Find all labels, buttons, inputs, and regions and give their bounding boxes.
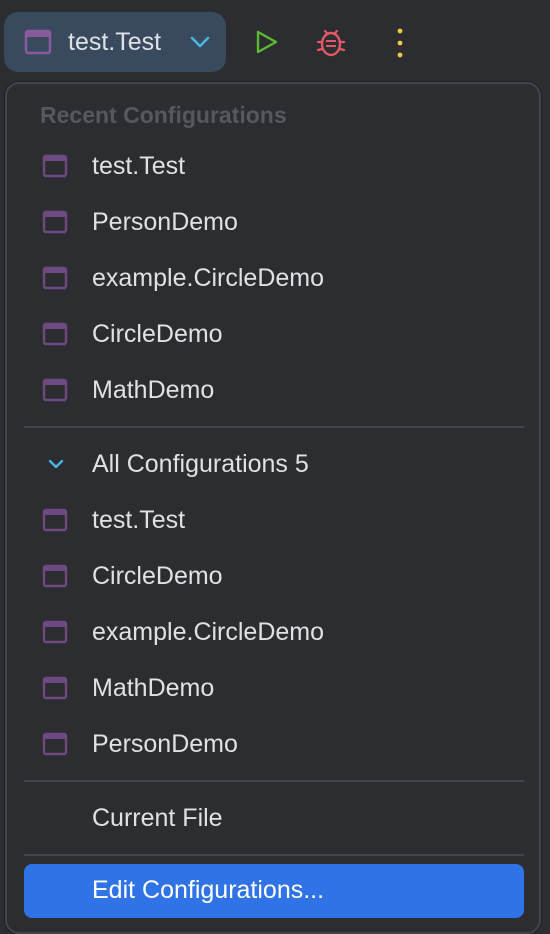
config-item[interactable]: test.Test: [20, 494, 524, 548]
all-configurations-group[interactable]: All Configurations 5: [20, 438, 524, 492]
config-label: CircleDemo: [92, 562, 223, 590]
recent-configurations-title: Recent Configurations: [40, 102, 287, 128]
edit-configurations-label: Edit Configurations...: [92, 876, 325, 904]
config-item[interactable]: CircleDemo: [20, 550, 524, 604]
edit-configurations-item[interactable]: Edit Configurations...: [24, 864, 524, 918]
config-label: test.Test: [92, 506, 186, 534]
application-config-icon: [24, 29, 52, 55]
all-configurations-label: All Configurations 5: [92, 450, 309, 478]
config-label: PersonDemo: [92, 208, 238, 236]
config-label: PersonDemo: [92, 730, 238, 758]
separator: [24, 854, 524, 856]
config-item[interactable]: PersonDemo: [20, 718, 524, 772]
application-config-icon: [42, 676, 68, 700]
application-config-icon: [42, 732, 68, 756]
config-label: MathDemo: [92, 674, 215, 702]
separator: [24, 780, 524, 782]
recent-config-item[interactable]: PersonDemo: [20, 196, 524, 250]
recent-config-item[interactable]: MathDemo: [20, 364, 524, 418]
separator: [24, 426, 524, 428]
run-configuration-selector[interactable]: test.Test: [4, 12, 226, 72]
application-config-icon: [42, 620, 68, 644]
config-label: CircleDemo: [92, 320, 223, 348]
run-icon[interactable]: [248, 22, 284, 62]
current-file-label: Current File: [92, 804, 223, 832]
config-label: test.Test: [92, 152, 186, 180]
chevron-down-icon: [190, 36, 210, 48]
more-vertical-icon[interactable]: [382, 22, 418, 62]
recent-config-item[interactable]: CircleDemo: [20, 308, 524, 362]
config-label: example.CircleDemo: [92, 618, 325, 646]
config-label: example.CircleDemo: [92, 264, 325, 292]
recent-config-item[interactable]: test.Test: [20, 140, 524, 194]
application-config-icon: [42, 266, 68, 290]
debug-bug-icon[interactable]: [313, 22, 349, 62]
toolbar: test.Test: [0, 0, 550, 84]
config-item[interactable]: example.CircleDemo: [20, 606, 524, 660]
application-config-icon: [42, 210, 68, 234]
config-item[interactable]: MathDemo: [20, 662, 524, 716]
application-config-icon: [42, 322, 68, 346]
application-config-icon: [42, 508, 68, 532]
recent-config-item[interactable]: example.CircleDemo: [20, 252, 524, 306]
application-config-icon: [42, 378, 68, 402]
current-configuration-label: test.Test: [68, 28, 162, 56]
current-file-item[interactable]: Current File: [20, 792, 524, 846]
application-config-icon: [42, 564, 68, 588]
chevron-down-icon: [48, 459, 64, 469]
config-label: MathDemo: [92, 376, 215, 404]
application-config-icon: [42, 154, 68, 178]
